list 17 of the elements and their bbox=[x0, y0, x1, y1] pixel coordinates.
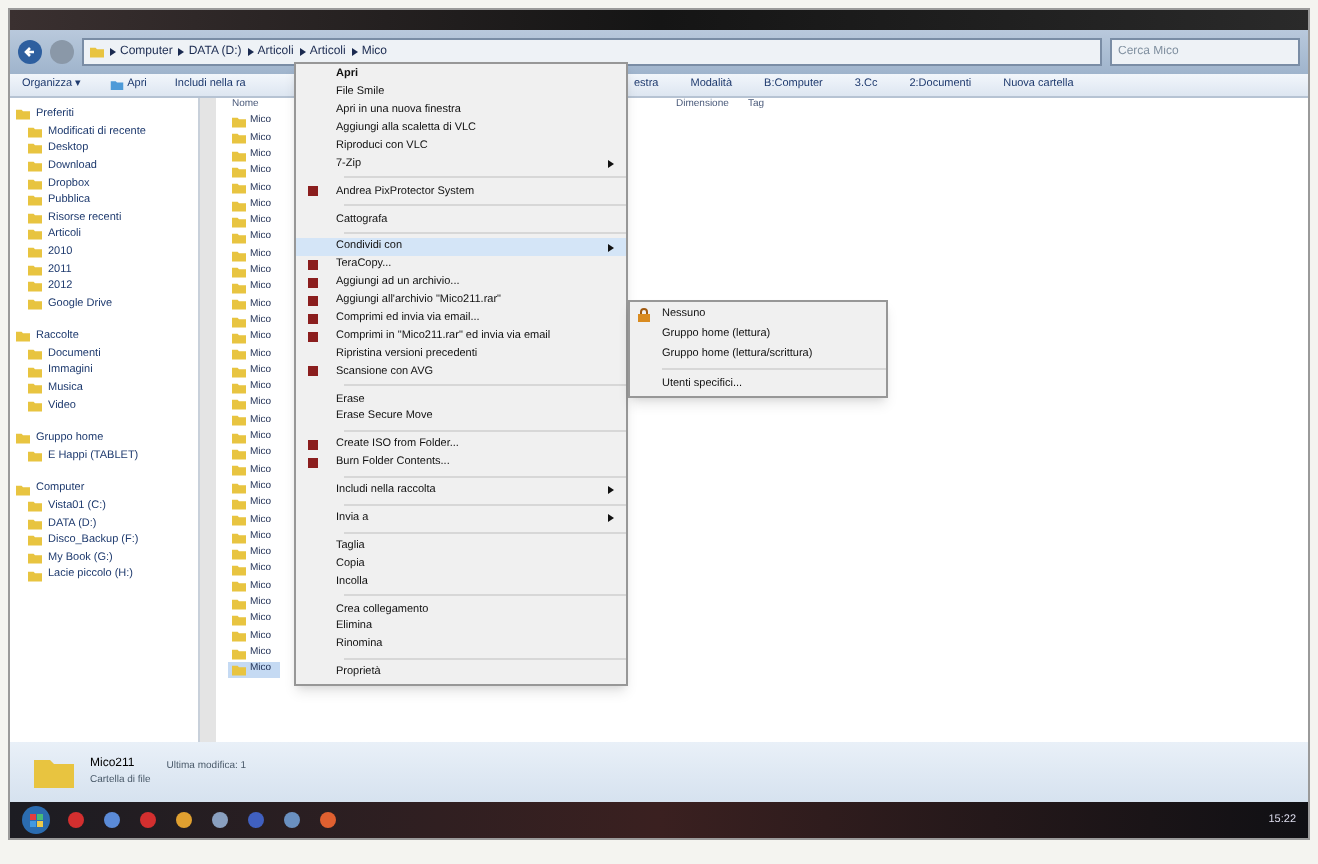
start-icon[interactable] bbox=[22, 806, 50, 834]
chevron-icon bbox=[247, 48, 254, 56]
chevron-icon bbox=[110, 48, 116, 56]
folder-icon bbox=[90, 46, 104, 58]
folder-icon bbox=[109, 80, 124, 90]
submenu-arrow-icon bbox=[608, 159, 614, 168]
submenu-arrow-icon bbox=[608, 486, 614, 495]
app-icon bbox=[308, 366, 318, 377]
submenu-arrow-icon bbox=[608, 243, 614, 252]
back-icon[interactable] bbox=[18, 40, 42, 64]
lock-icon bbox=[638, 307, 650, 321]
chevron-icon bbox=[178, 48, 185, 56]
submenu-arrow-icon bbox=[608, 514, 614, 523]
app-icon bbox=[308, 186, 318, 197]
chevron-icon bbox=[299, 48, 306, 56]
chevron-icon bbox=[351, 48, 358, 56]
scrollbar[interactable] bbox=[200, 98, 216, 742]
